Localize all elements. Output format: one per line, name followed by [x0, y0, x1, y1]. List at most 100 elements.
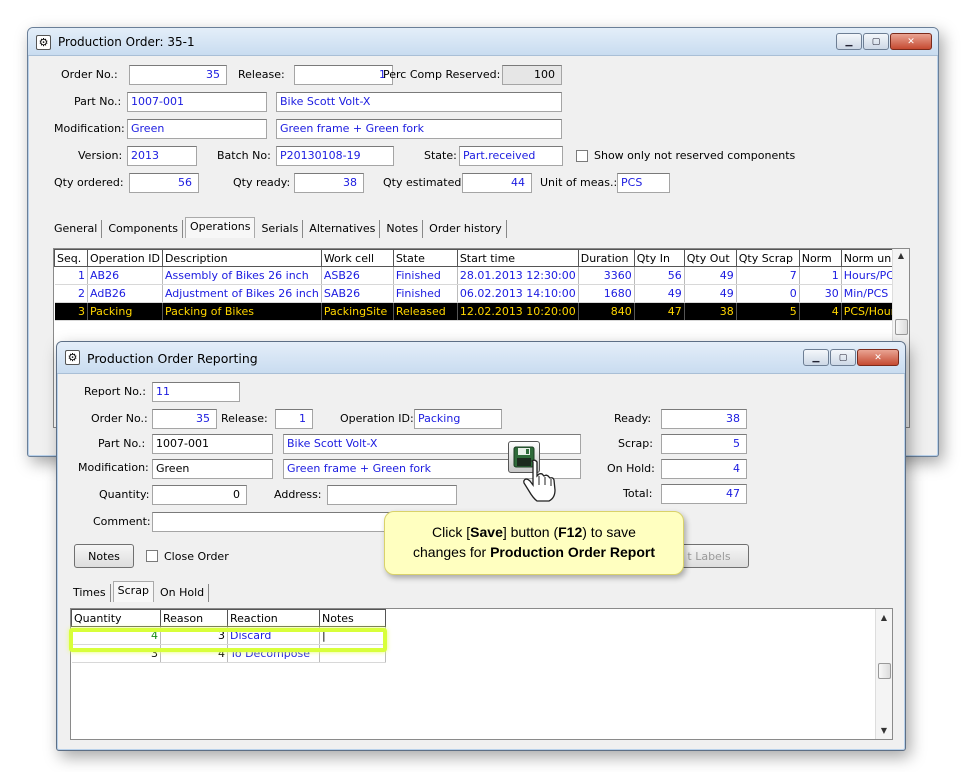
report-no-field[interactable]: 11	[152, 382, 240, 402]
scroll-down-icon[interactable]: ▼	[878, 726, 890, 735]
show-only-label: Show only not reserved components	[594, 149, 796, 162]
tab-on-hold[interactable]: On Hold	[156, 584, 210, 602]
release-field[interactable]: 1	[275, 409, 313, 429]
tab-notes[interactable]: Notes	[382, 220, 424, 238]
maximize-button[interactable]: ▢	[830, 349, 856, 366]
part-no-field[interactable]: 1007-001	[127, 92, 267, 112]
maximize-button[interactable]: ▢	[863, 33, 889, 50]
tab-scrap[interactable]: Scrap	[112, 581, 154, 602]
table-row[interactable]: 1 AB26 Assembly of Bikes 26 inch ASB26 F…	[54, 266, 906, 285]
col-header[interactable]: State	[392, 249, 458, 267]
tab-serials[interactable]: Serials	[257, 220, 304, 238]
order-tabs: General Components Operations Serials Al…	[50, 217, 509, 238]
scroll-thumb[interactable]	[895, 319, 908, 335]
cell: 47	[634, 302, 685, 321]
cell: 7	[736, 266, 800, 285]
cell: 12.02.2013 10:20:00	[457, 302, 579, 321]
unit-label: Unit of meas.:	[540, 176, 618, 189]
modification-description-field[interactable]: Green frame + Green fork	[276, 119, 562, 139]
col-header[interactable]: Duration	[577, 249, 635, 267]
tab-alternatives[interactable]: Alternatives	[305, 220, 381, 238]
state-field[interactable]: Part.received	[459, 146, 563, 166]
batch-no-field[interactable]: P20130108-19	[276, 146, 394, 166]
col-header[interactable]: Reaction	[227, 609, 320, 627]
col-header[interactable]: Work cell	[320, 249, 394, 267]
title-bar[interactable]: ⚙ Production Order Reporting ▁ ▢ ✕	[57, 342, 905, 374]
cell: 1	[54, 266, 88, 285]
scroll-up-icon[interactable]: ▲	[878, 613, 890, 622]
quantity-field[interactable]: 0	[152, 485, 247, 505]
batch-no-label: Batch No:	[217, 149, 271, 162]
title-bar[interactable]: ⚙ Production Order: 35-1 ▁ ▢ ✕	[28, 28, 938, 56]
callout-bold-report: Production Order Report	[490, 544, 655, 560]
window-title: Production Order Reporting	[87, 351, 258, 366]
comment-field[interactable]	[152, 512, 392, 532]
col-header[interactable]: Seq.	[54, 249, 88, 267]
instruction-callout: Click [Save] button (F12) to save change…	[384, 511, 684, 575]
part-no-label: Part No.:	[74, 95, 122, 108]
qty-ready-label: Qty ready:	[233, 176, 291, 189]
comment-label: Comment:	[93, 515, 151, 528]
notes-button[interactable]: Notes	[74, 544, 134, 568]
cell: 5	[736, 302, 800, 321]
part-no-field[interactable]: 1007-001	[152, 434, 273, 454]
col-header[interactable]: Qty Out	[683, 249, 737, 267]
scroll-thumb[interactable]	[878, 663, 891, 679]
unit-field[interactable]: PCS	[617, 173, 670, 193]
callout-line-1: Click [Save] button (F12) to save	[385, 522, 683, 542]
cell: 49	[634, 284, 685, 303]
scrap-scrollbar[interactable]: ▲ ▼	[875, 609, 892, 739]
cell: AB26	[87, 266, 163, 285]
modification-field[interactable]: Green	[152, 459, 273, 479]
scrap-field[interactable]: 5	[661, 434, 747, 454]
ready-field[interactable]: 38	[661, 409, 747, 429]
cell: Assembly of Bikes 26 inch	[162, 266, 322, 285]
scroll-up-icon[interactable]: ▲	[895, 251, 907, 260]
tab-times[interactable]: Times	[69, 584, 111, 602]
cell: SAB26	[321, 284, 394, 303]
close-order-checkbox[interactable]	[146, 550, 158, 562]
order-no-label: Order No.:	[61, 68, 118, 81]
cell: AdB26	[87, 284, 163, 303]
cell: 28.01.2013 12:30:00	[457, 266, 579, 285]
col-header[interactable]: Operation ID	[87, 249, 163, 267]
tab-order-history[interactable]: Order history	[425, 220, 507, 238]
close-button[interactable]: ✕	[857, 349, 899, 366]
col-header[interactable]: Start time	[456, 249, 579, 267]
order-no-field[interactable]: 35	[152, 409, 217, 429]
release-label: Release:	[221, 412, 268, 425]
part-no-label: Part No.:	[98, 437, 146, 450]
modification-field[interactable]: Green	[127, 119, 267, 139]
address-field[interactable]	[327, 485, 457, 505]
col-header[interactable]: Qty In	[633, 249, 685, 267]
table-row-selected[interactable]: 3 Packing Packing of Bikes PackingSite R…	[54, 302, 906, 321]
tab-operations[interactable]: Operations	[184, 217, 256, 238]
col-header[interactable]: Norm	[798, 249, 842, 267]
cell: 06.02.2013 14:10:00	[457, 284, 579, 303]
qty-ready-field[interactable]: 38	[294, 173, 364, 193]
col-header[interactable]: Reason	[160, 609, 228, 627]
part-description-field[interactable]: Bike Scott Volt-X	[276, 92, 562, 112]
col-header[interactable]: Notes	[319, 609, 386, 627]
on-hold-field[interactable]: 4	[661, 459, 747, 479]
tab-components[interactable]: Components	[104, 220, 183, 238]
operation-id-field[interactable]: Packing	[414, 409, 502, 429]
qty-estimated-field[interactable]: 44	[462, 173, 532, 193]
table-row[interactable]: 2 AdB26 Adjustment of Bikes 26 inch SAB2…	[54, 284, 906, 303]
tab-general[interactable]: General	[50, 220, 103, 238]
show-only-checkbox[interactable]	[576, 150, 588, 162]
version-field[interactable]: 2013	[127, 146, 197, 166]
total-field[interactable]: 47	[661, 484, 747, 504]
order-no-field[interactable]: 35	[129, 65, 227, 85]
col-header[interactable]: Quantity	[71, 609, 161, 627]
version-label: Version:	[78, 149, 123, 162]
col-header[interactable]: Qty Scrap	[735, 249, 800, 267]
perc-comp-field: 100	[502, 65, 562, 85]
gear-icon: ⚙	[65, 350, 80, 365]
minimize-button[interactable]: ▁	[803, 349, 829, 366]
release-field[interactable]: 1	[294, 65, 393, 85]
minimize-button[interactable]: ▁	[836, 33, 862, 50]
col-header[interactable]: Description	[161, 249, 322, 267]
qty-ordered-field[interactable]: 56	[129, 173, 199, 193]
close-button[interactable]: ✕	[890, 33, 932, 50]
